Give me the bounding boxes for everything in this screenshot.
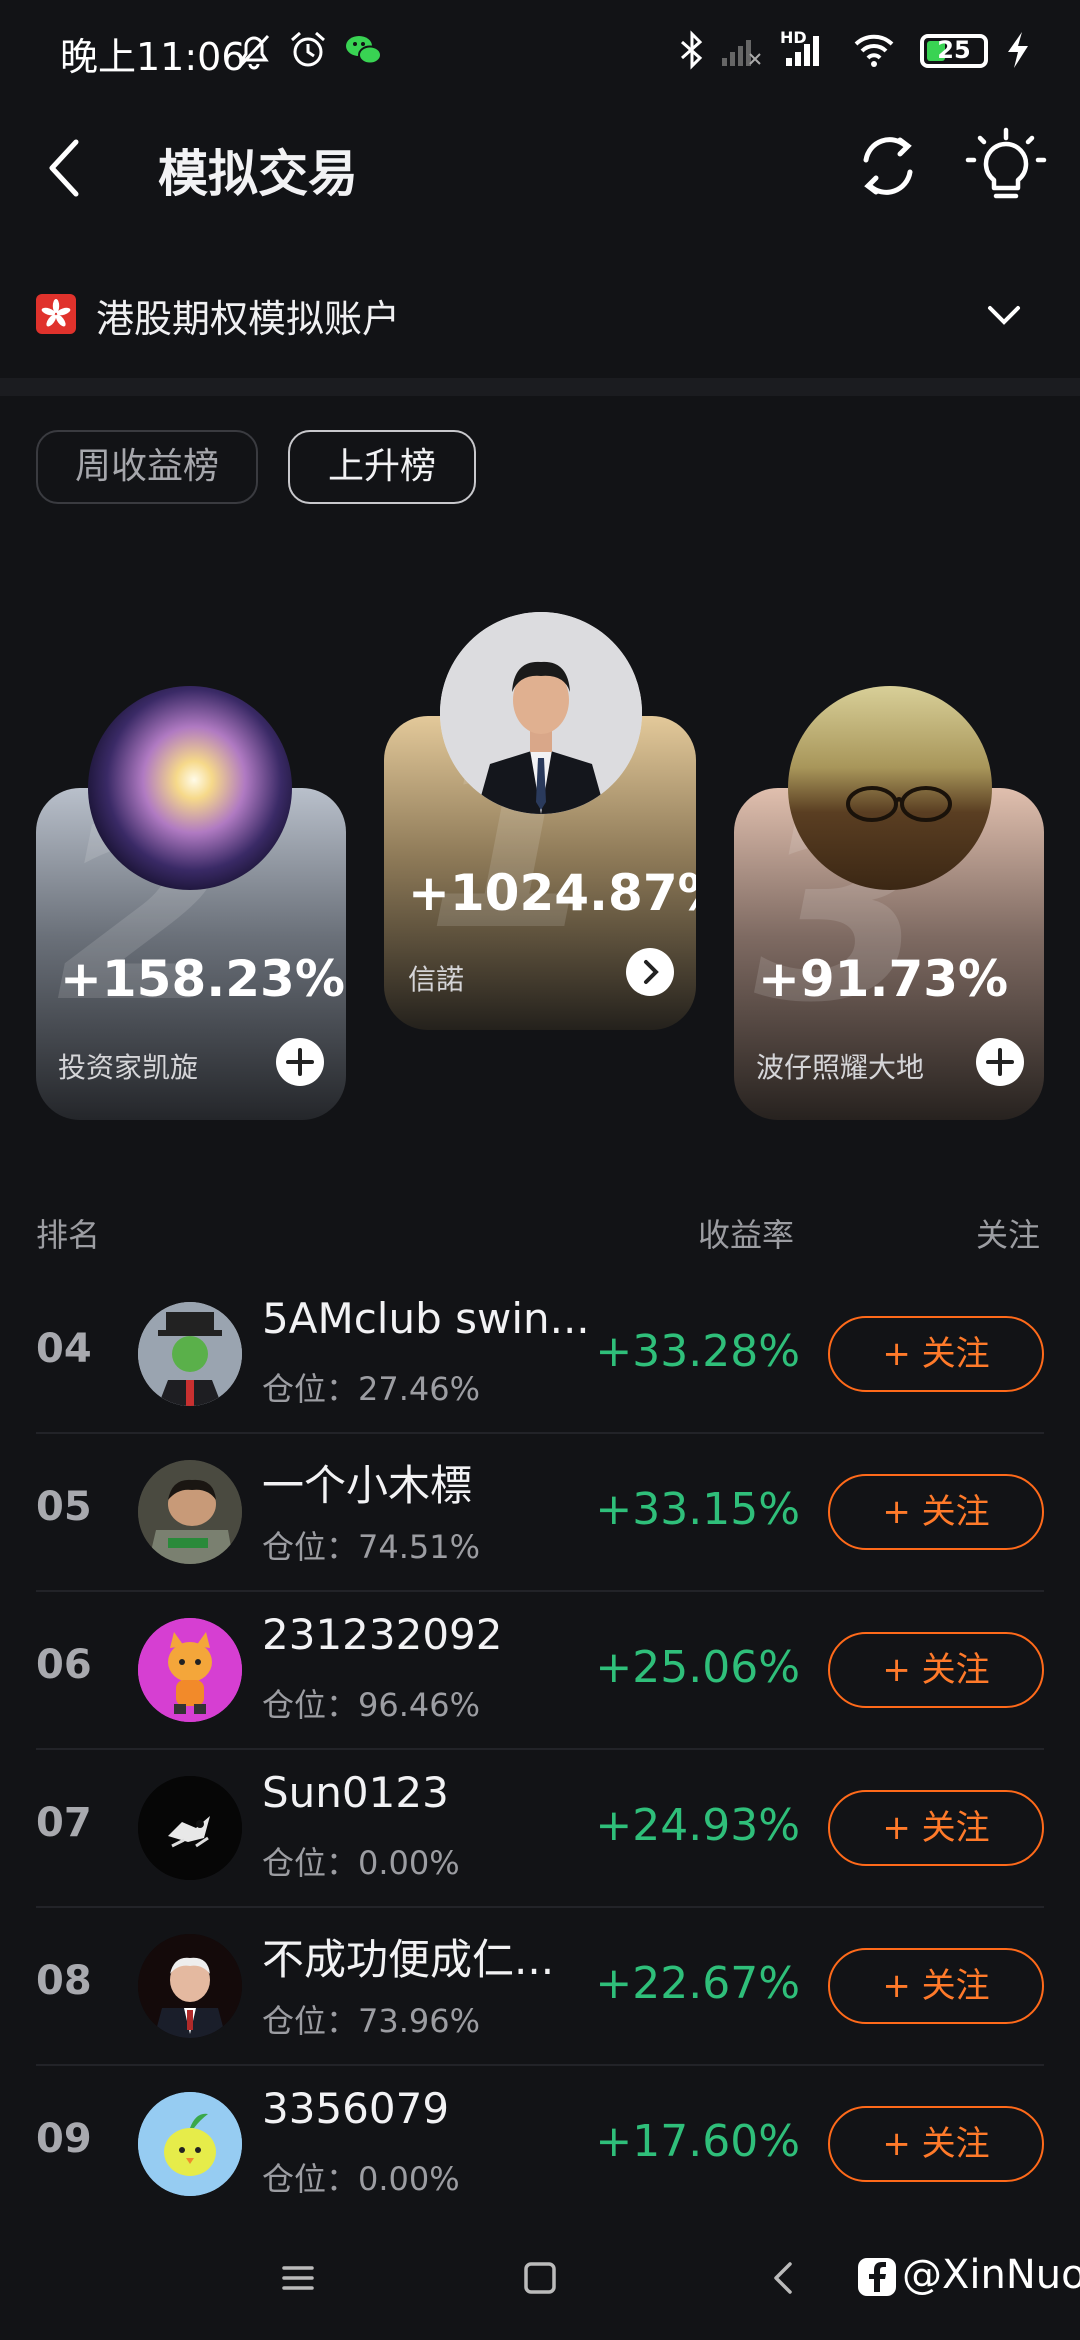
avatar [138,1934,242,2038]
charging-icon [1008,32,1028,68]
table-row[interactable]: 05 一个小木標 仓位：74.51% +33.15% + 关注 [0,1434,1080,1592]
table-row[interactable]: 07 Sun0123 仓位：0.00% +24.93% + 关注 [0,1750,1080,1908]
table-row[interactable]: 04 5AMclub swin... 仓位：27.46% +33.28% + 关… [0,1276,1080,1434]
row-return: +22.67% [595,1958,800,2009]
page-title: 模拟交易 [158,145,358,203]
section-divider [0,378,1080,396]
avatar [138,1776,242,1880]
battery-text: 25 [937,36,971,64]
column-header-return: 收益率 [698,1216,795,1254]
column-header-follow: 关注 [976,1216,1041,1254]
follow-button[interactable]: + 关注 [828,1790,1044,1866]
back-icon[interactable] [28,128,108,208]
avatar [138,1460,242,1564]
row-rank: 06 [36,1642,92,1688]
chevron-down-icon[interactable] [978,288,1030,340]
follow-button[interactable]: + 关注 [828,1632,1044,1708]
status-time: 晚上11:06 [60,35,246,79]
table-row[interactable]: 08 不成功便成仁... 仓位：73.96% +22.67% + 关注 [0,1908,1080,2066]
follow-plus-icon[interactable] [276,1038,324,1086]
battery-icon: 25 [920,34,988,68]
wechat-icon [346,36,382,65]
podium-username: 波仔照耀大地 [756,1051,925,1084]
follow-button[interactable]: + 关注 [828,2106,1044,2182]
row-return: +25.06% [595,1642,800,1693]
follow-button[interactable]: + 关注 [828,1316,1044,1392]
row-username: 不成功便成仁... [262,1935,555,1984]
alarm-icon [291,31,325,67]
row-username: 3356079 [262,2084,450,2133]
podium-return: +91.73% [758,950,1009,1008]
podium-return: +158.23% [60,950,345,1008]
row-username: 5AMclub swin... [262,1294,590,1343]
row-return: +24.93% [595,1800,800,1851]
tab-rising[interactable]: 上升榜 [288,430,476,504]
row-username: 一个小木標 [262,1461,473,1510]
signal-icon [786,36,819,66]
follow-plus-icon[interactable] [976,1038,1024,1086]
avatar [138,1618,242,1722]
avatar-glasses [788,686,992,890]
podium-username: 信諾 [408,963,465,996]
row-return: +33.15% [595,1484,800,1535]
row-position: 仓位：0.00% [262,1844,460,1882]
wifi-icon [854,34,894,67]
mute-bell-icon [238,34,270,70]
row-rank: 09 [36,2116,92,2162]
hong-kong-flag-icon [36,294,76,334]
row-return: +33.28% [595,1326,800,1377]
watermark-text: @XinNuo [902,2252,1080,2298]
follow-button[interactable]: + 关注 [828,1948,1044,2024]
home-icon[interactable] [512,2250,568,2306]
row-rank: 08 [36,1958,92,2004]
row-username: Sun0123 [262,1768,449,1817]
lightbulb-icon[interactable] [964,124,1048,208]
row-position: 仓位：74.51% [262,1528,481,1566]
table-row[interactable]: 06 231232092 仓位：96.46% +25.06% + 关注 [0,1592,1080,1750]
row-rank: 04 [36,1326,92,1372]
chevron-right-icon[interactable] [626,948,674,996]
refresh-icon[interactable] [846,124,930,208]
status-bar: 晚上11:06 HD 25 [0,0,1080,100]
row-position: 仓位：0.00% [262,2160,460,2198]
account-selector[interactable]: 港股期权模拟账户 [0,262,1080,372]
facebook-icon [858,2258,896,2296]
row-username: 231232092 [262,1610,503,1659]
row-return: +17.60% [595,2116,800,2167]
row-position: 仓位：27.46% [262,1370,481,1408]
podium-username: 投资家凯旋 [58,1051,199,1084]
table-row[interactable]: 09 3356079 仓位：0.00% +17.60% + 关注 [0,2066,1080,2224]
menu-icon[interactable] [270,2250,326,2306]
avatar [138,1302,242,1406]
row-rank: 07 [36,1800,92,1846]
tab-weekly-return[interactable]: 周收益榜 [36,430,258,504]
avatar [138,2092,242,2196]
follow-button[interactable]: + 关注 [828,1474,1044,1550]
row-position: 仓位：96.46% [262,1686,481,1724]
avatar-businessman [440,612,642,814]
podium-return: +1024.87% [408,864,696,922]
row-position: 仓位：73.96% [262,2002,481,2040]
account-name: 港股期权模拟账户 [96,297,401,341]
avatar-galaxy [88,686,292,890]
back-nav-icon[interactable] [756,2250,812,2306]
signal-weak-icon [722,40,761,66]
row-rank: 05 [36,1484,92,1530]
column-header-rank: 排名 [36,1216,101,1254]
bluetooth-icon [681,30,703,70]
